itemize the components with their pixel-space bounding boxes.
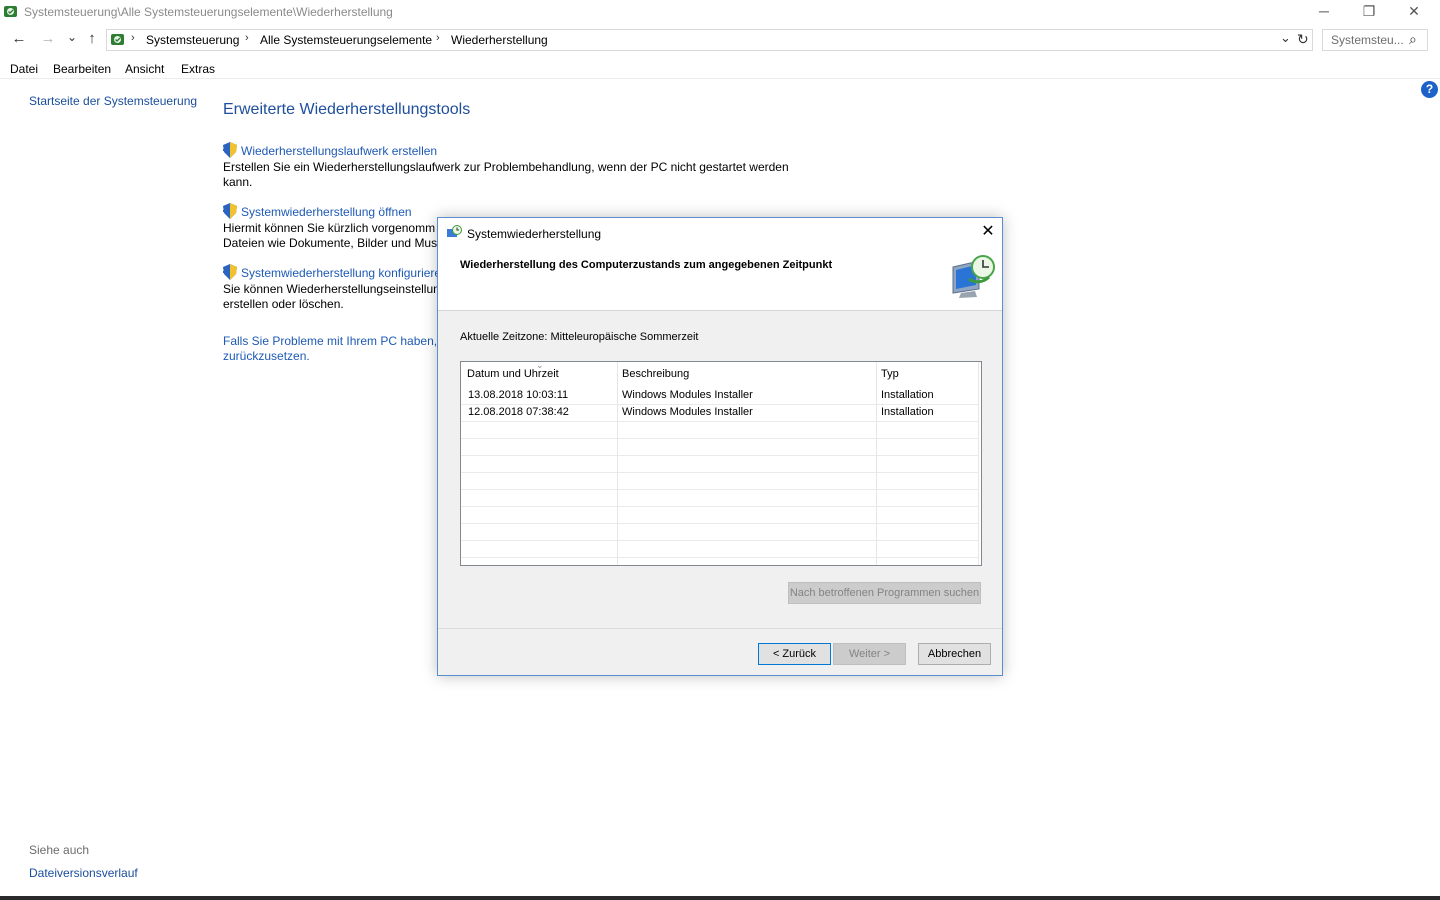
- dialog-footer-divider: [438, 628, 1002, 629]
- empty-row: [461, 421, 979, 439]
- see-also-label: Siehe auch: [29, 843, 90, 857]
- task-description: Dateien wie Dokumente, Bilder und Musi: [223, 236, 440, 250]
- configure-system-restore-link[interactable]: Systemwiederherstellung konfigurieren: [241, 266, 448, 280]
- restore-point-type: Installation: [881, 406, 934, 418]
- menu-datei[interactable]: Datei: [10, 62, 38, 76]
- refresh-button[interactable]: ↻: [1297, 31, 1309, 48]
- control-panel-icon: [111, 34, 124, 45]
- menu-bearbeiten[interactable]: Bearbeiten: [53, 62, 111, 76]
- menu-extras[interactable]: Extras: [181, 62, 215, 76]
- open-system-restore-link[interactable]: Systemwiederherstellung öffnen: [241, 205, 412, 219]
- search-icon[interactable]: ⌕: [1409, 31, 1417, 48]
- restore-button[interactable]: ❐: [1346, 0, 1392, 24]
- breadcrumb-separator[interactable]: ›: [436, 32, 440, 44]
- breadcrumb-recovery[interactable]: Wiederherstellung: [451, 33, 548, 47]
- next-button[interactable]: Weiter >: [833, 643, 906, 665]
- control-panel-home-link[interactable]: Startseite der Systemsteuerung: [29, 94, 197, 108]
- dialog-titlebar: Systemwiederherstellung ✕: [438, 218, 1002, 248]
- uac-shield-icon: [223, 142, 237, 158]
- back-button[interactable]: ←: [9, 30, 29, 50]
- search-input[interactable]: Systemsteu... ⌕: [1322, 29, 1428, 51]
- table-row[interactable]: 13.08.2018 10:03:11 Windows Modules Inst…: [461, 387, 979, 405]
- empty-row: [461, 523, 979, 541]
- empty-row: [461, 455, 979, 473]
- sort-arrow-icon: ⌄: [536, 361, 544, 370]
- scan-affected-programs-button[interactable]: Nach betroffenen Programmen suchen: [788, 582, 981, 604]
- uac-shield-icon: [223, 203, 237, 219]
- reset-pc-link[interactable]: Falls Sie Probleme mit Ihrem PC haben, w: [223, 334, 449, 348]
- dialog-header: Wiederherstellung des Computerzustands z…: [438, 248, 1002, 311]
- task-description: Hiermit können Sie kürzlich vorgenomm: [223, 221, 436, 235]
- restore-point-date: 13.08.2018 10:03:11: [468, 389, 569, 401]
- task-description: erstellen oder löschen.: [223, 297, 344, 311]
- recent-locations-button[interactable]: ⌄: [62, 28, 82, 48]
- empty-row: [461, 472, 979, 490]
- breadcrumb-separator[interactable]: ›: [245, 32, 249, 44]
- system-restore-icon: [447, 225, 462, 237]
- taskbar-edge: [0, 896, 1440, 900]
- dialog-close-button[interactable]: ✕: [978, 222, 998, 242]
- cancel-button[interactable]: Abbrechen: [918, 643, 991, 665]
- close-window-button[interactable]: ✕: [1391, 0, 1437, 24]
- forward-button[interactable]: →: [38, 30, 58, 50]
- empty-row: [461, 489, 979, 507]
- task-description: Erstellen Sie ein Wiederherstellungslauf…: [223, 160, 789, 174]
- uac-shield-icon: [223, 264, 237, 280]
- minimize-button[interactable]: ─: [1301, 0, 1347, 24]
- timezone-label: Aktuelle Zeitzone: Mitteleuropäische Som…: [460, 331, 699, 343]
- search-placeholder: Systemsteu...: [1331, 33, 1404, 47]
- restore-point-type: Installation: [881, 389, 934, 401]
- menu-ansicht[interactable]: Ansicht: [125, 62, 164, 76]
- system-restore-dialog: Systemwiederherstellung ✕ Wiederherstell…: [437, 217, 1003, 676]
- page-title: Erweiterte Wiederherstellungstools: [223, 101, 471, 118]
- breadcrumb-separator[interactable]: ›: [131, 32, 135, 44]
- create-recovery-drive-link[interactable]: Wiederherstellungslaufwerk erstellen: [241, 144, 437, 158]
- dialog-heading: Wiederherstellung des Computerzustands z…: [460, 259, 833, 271]
- window-titlebar: Systemsteuerung\Alle Systemsteuerungsele…: [0, 0, 1440, 24]
- empty-row: [461, 540, 979, 558]
- task-description: Sie können Wiederherstellungseinstellun: [223, 282, 440, 296]
- window-title: Systemsteuerung\Alle Systemsteuerungsele…: [24, 5, 393, 19]
- address-dropdown-button[interactable]: ⌄: [1280, 30, 1291, 46]
- table-row[interactable]: 12.08.2018 07:38:42 Windows Modules Inst…: [461, 404, 979, 422]
- system-restore-computer-icon: [952, 255, 995, 298]
- restore-point-description: Windows Modules Installer: [622, 389, 753, 401]
- breadcrumb-systemsteuerung[interactable]: Systemsteuerung: [146, 33, 239, 47]
- task-description: kann.: [223, 175, 253, 189]
- address-bar[interactable]: › Systemsteuerung › Alle Systemsteuerung…: [106, 29, 1313, 51]
- menu-bar: Datei Bearbeiten Ansicht Extras: [0, 58, 1440, 79]
- restore-point-date: 12.08.2018 07:38:42: [468, 406, 569, 418]
- back-button-dialog[interactable]: < Zurück: [758, 643, 831, 665]
- empty-row: [461, 438, 979, 456]
- restore-points-list[interactable]: Datum und Uhrzeit ⌄ Beschreibung Typ 13.…: [460, 361, 982, 566]
- breadcrumb-all-items[interactable]: Alle Systemsteuerungselemente: [260, 33, 432, 47]
- help-icon[interactable]: ?: [1421, 81, 1438, 98]
- dialog-title: Systemwiederherstellung: [467, 227, 602, 241]
- restore-point-description: Windows Modules Installer: [622, 406, 753, 418]
- up-button[interactable]: ↑: [82, 30, 102, 50]
- file-history-link[interactable]: Dateiversionsverlauf: [29, 866, 138, 880]
- empty-row: [461, 506, 979, 524]
- reset-pc-link-continued[interactable]: zurückzusetzen.: [223, 349, 310, 363]
- control-panel-icon: [4, 6, 17, 17]
